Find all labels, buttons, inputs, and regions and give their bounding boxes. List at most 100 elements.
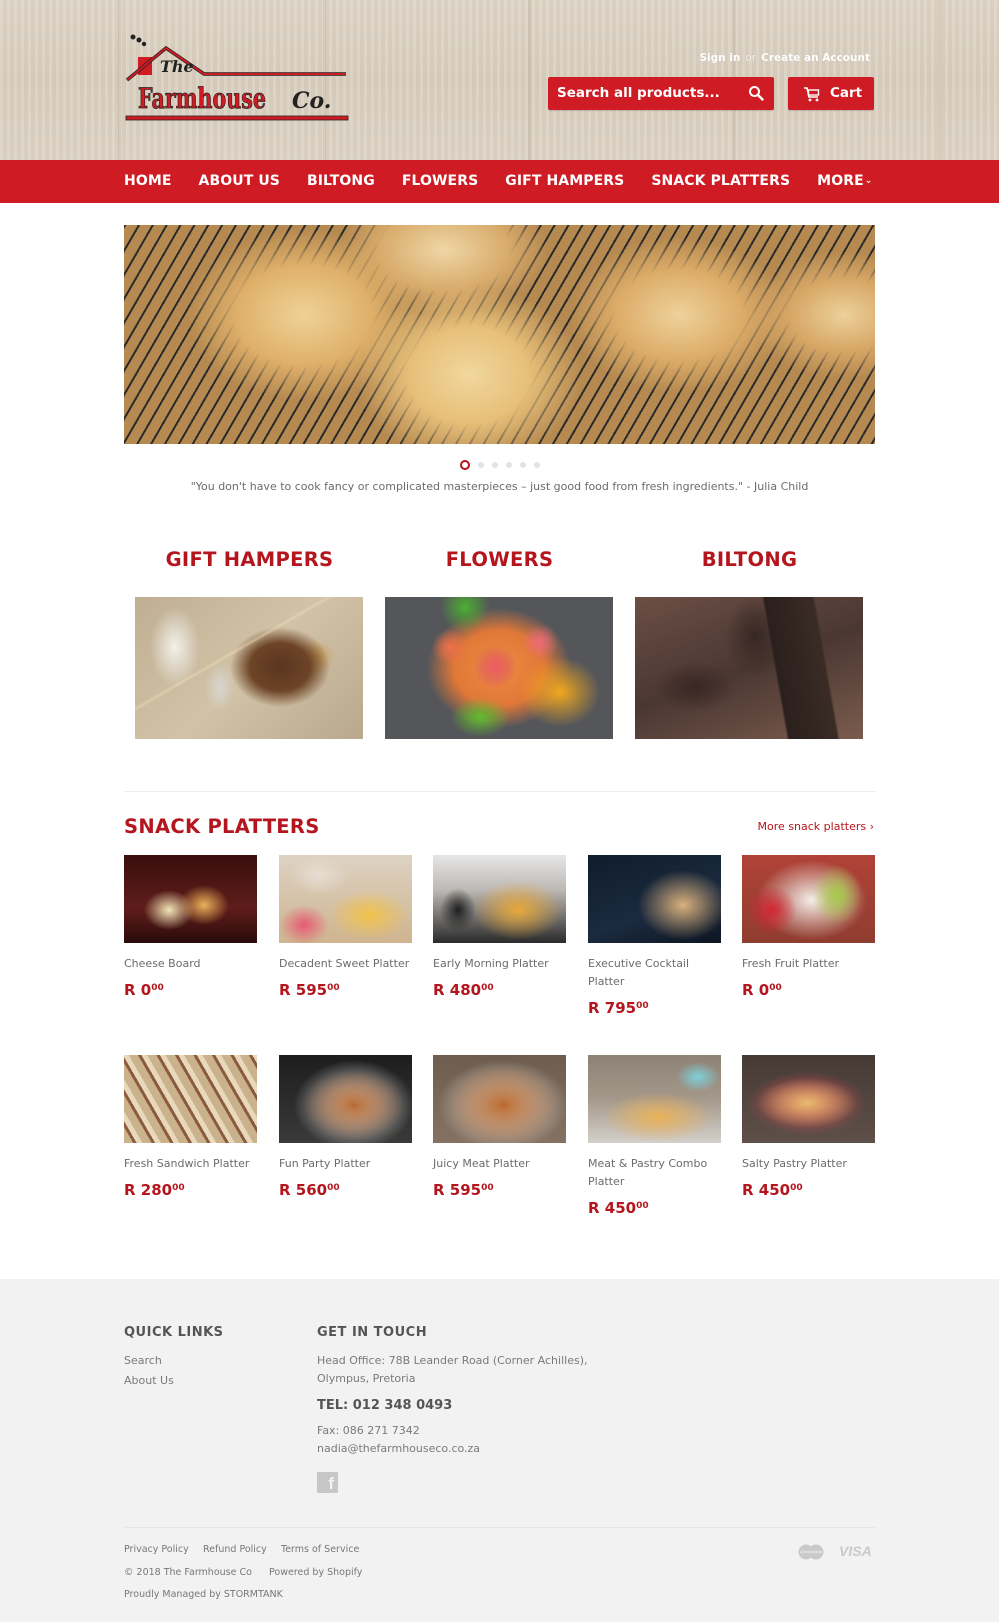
slide-dot-5[interactable] bbox=[519, 461, 526, 468]
farmhouse-logo-icon: The Farmhouse Co. bbox=[125, 34, 349, 121]
section-divider bbox=[124, 791, 875, 792]
product-card[interactable]: Decadent Sweet Platter R 59500 bbox=[279, 855, 412, 999]
product-image[interactable] bbox=[742, 1055, 875, 1143]
terms-of-service-link[interactable]: Terms of Service bbox=[281, 1544, 359, 1555]
price-cents: 00 bbox=[172, 1183, 185, 1193]
product-card[interactable]: Fresh Fruit Platter R 000 bbox=[742, 855, 875, 999]
footer-link-about-us[interactable]: About Us bbox=[124, 1372, 174, 1390]
svg-text:The: The bbox=[160, 57, 194, 76]
nav-item-flowers[interactable]: FLOWERS bbox=[402, 160, 478, 203]
price-main: R 0 bbox=[124, 981, 152, 999]
product-name[interactable]: Early Morning Platter bbox=[433, 955, 566, 973]
product-price: R 56000 bbox=[279, 1181, 412, 1199]
collection-gift-hampers[interactable]: GIFT HAMPERS bbox=[135, 548, 364, 739]
footer-link-search[interactable]: Search bbox=[124, 1352, 162, 1370]
product-card[interactable]: Salty Pastry Platter R 45000 bbox=[742, 1055, 875, 1199]
logo[interactable]: The Farmhouse Co. bbox=[124, 32, 356, 130]
price-main: R 0 bbox=[742, 981, 770, 999]
address-line-1: Head Office: 78B Leander Road (Corner Ac… bbox=[317, 1354, 588, 1367]
collection-title[interactable]: BILTONG bbox=[635, 548, 864, 571]
product-name[interactable]: Salty Pastry Platter bbox=[742, 1155, 875, 1173]
sign-in-link[interactable]: Sign in bbox=[699, 52, 740, 64]
hero-slide-image-muffins[interactable] bbox=[124, 225, 875, 444]
product-image[interactable] bbox=[742, 855, 875, 943]
create-account-link[interactable]: Create an Account bbox=[761, 52, 870, 64]
product-price: R 59500 bbox=[433, 1181, 566, 1199]
slide-dot-2[interactable] bbox=[477, 461, 484, 468]
slide-dot-6[interactable] bbox=[533, 461, 540, 468]
cart-button[interactable]: Cart bbox=[788, 77, 874, 110]
product-card[interactable]: Fun Party Platter R 56000 bbox=[279, 1055, 412, 1199]
product-name[interactable]: Executive Cocktail Platter bbox=[588, 955, 721, 991]
footer-divider bbox=[124, 1527, 875, 1528]
price-main: R 480 bbox=[433, 981, 482, 999]
svg-text:Farmhouse: Farmhouse bbox=[138, 82, 266, 115]
powered-by-shopify-link[interactable]: Powered by Shopify bbox=[269, 1567, 362, 1578]
svg-text:Co.: Co. bbox=[292, 88, 331, 114]
more-snack-platters-link[interactable]: More snack platters › bbox=[758, 820, 874, 833]
collection-image-gift-hampers[interactable] bbox=[135, 597, 363, 739]
mastercard-icon bbox=[798, 1544, 824, 1560]
product-image[interactable] bbox=[124, 855, 257, 943]
product-image[interactable] bbox=[279, 1055, 412, 1143]
price-cents: 00 bbox=[790, 1183, 803, 1193]
product-name[interactable]: Fresh Sandwich Platter bbox=[124, 1155, 257, 1173]
product-name[interactable]: Fun Party Platter bbox=[279, 1155, 412, 1173]
privacy-policy-link[interactable]: Privacy Policy bbox=[124, 1544, 189, 1555]
refund-policy-link[interactable]: Refund Policy bbox=[203, 1544, 267, 1555]
product-card[interactable]: Juicy Meat Platter R 59500 bbox=[433, 1055, 566, 1199]
collection-image-flowers[interactable] bbox=[385, 597, 613, 739]
email-link[interactable]: nadia@thefarmhouseco.co.za bbox=[317, 1440, 480, 1458]
price-cents: 00 bbox=[636, 1201, 649, 1211]
nav-item-home[interactable]: HOME bbox=[124, 160, 172, 203]
product-price: R 28000 bbox=[124, 1181, 257, 1199]
slide-dot-1[interactable] bbox=[459, 459, 470, 470]
product-name[interactable]: Fresh Fruit Platter bbox=[742, 955, 875, 973]
product-card[interactable]: Early Morning Platter R 48000 bbox=[433, 855, 566, 999]
product-image[interactable] bbox=[279, 855, 412, 943]
product-card[interactable]: Executive Cocktail Platter R 79500 bbox=[588, 855, 721, 1017]
product-price: R 59500 bbox=[279, 981, 412, 999]
collection-flowers[interactable]: FLOWERS bbox=[385, 548, 614, 739]
product-name[interactable]: Juicy Meat Platter bbox=[433, 1155, 566, 1173]
product-price: R 000 bbox=[124, 981, 257, 999]
search-icon[interactable] bbox=[748, 85, 764, 101]
nav-item-snack-platters[interactable]: SNACK PLATTERS bbox=[651, 160, 790, 203]
nav-item-about-us[interactable]: ABOUT US bbox=[199, 160, 280, 203]
product-image[interactable] bbox=[124, 1055, 257, 1143]
product-name[interactable]: Cheese Board bbox=[124, 955, 257, 973]
price-cents: 00 bbox=[769, 983, 782, 993]
collection-image-biltong[interactable] bbox=[635, 597, 863, 739]
price-main: R 595 bbox=[279, 981, 328, 999]
product-image[interactable] bbox=[588, 1055, 721, 1143]
collection-biltong[interactable]: BILTONG bbox=[635, 548, 864, 739]
search-input[interactable]: Search all products... bbox=[548, 77, 774, 110]
nav-item-biltong[interactable]: BILTONG bbox=[307, 160, 375, 203]
product-price: R 48000 bbox=[433, 981, 566, 999]
slide-dot-4[interactable] bbox=[505, 461, 512, 468]
price-main: R 450 bbox=[588, 1199, 637, 1217]
quick-links-heading: QUICK LINKS bbox=[124, 1325, 224, 1340]
product-price: R 000 bbox=[742, 981, 875, 999]
product-image[interactable] bbox=[588, 855, 721, 943]
nav-item-gift-hampers[interactable]: GIFT HAMPERS bbox=[505, 160, 624, 203]
product-card[interactable]: Meat & Pastry Combo Platter R 45000 bbox=[588, 1055, 721, 1217]
copyright: © 2018 The Farmhouse Co bbox=[124, 1567, 252, 1578]
fax: Fax: 086 271 7342 bbox=[317, 1424, 420, 1437]
product-image[interactable] bbox=[433, 855, 566, 943]
price-cents: 00 bbox=[481, 1183, 494, 1193]
product-card[interactable]: Cheese Board R 000 bbox=[124, 855, 257, 999]
product-card[interactable]: Fresh Sandwich Platter R 28000 bbox=[124, 1055, 257, 1199]
product-image[interactable] bbox=[433, 1055, 566, 1143]
facebook-icon[interactable]: f bbox=[317, 1472, 338, 1493]
product-name[interactable]: Meat & Pastry Combo Platter bbox=[588, 1155, 721, 1191]
price-main: R 595 bbox=[433, 1181, 482, 1199]
price-cents: 00 bbox=[327, 1183, 340, 1193]
nav-item-more[interactable]: MORE⌄ bbox=[817, 160, 872, 203]
product-price: R 79500 bbox=[588, 999, 721, 1017]
collection-title[interactable]: GIFT HAMPERS bbox=[135, 548, 364, 571]
collection-title[interactable]: FLOWERS bbox=[385, 548, 614, 571]
product-name[interactable]: Decadent Sweet Platter bbox=[279, 955, 412, 973]
product-price: R 45000 bbox=[588, 1199, 721, 1217]
slide-dot-3[interactable] bbox=[491, 461, 498, 468]
